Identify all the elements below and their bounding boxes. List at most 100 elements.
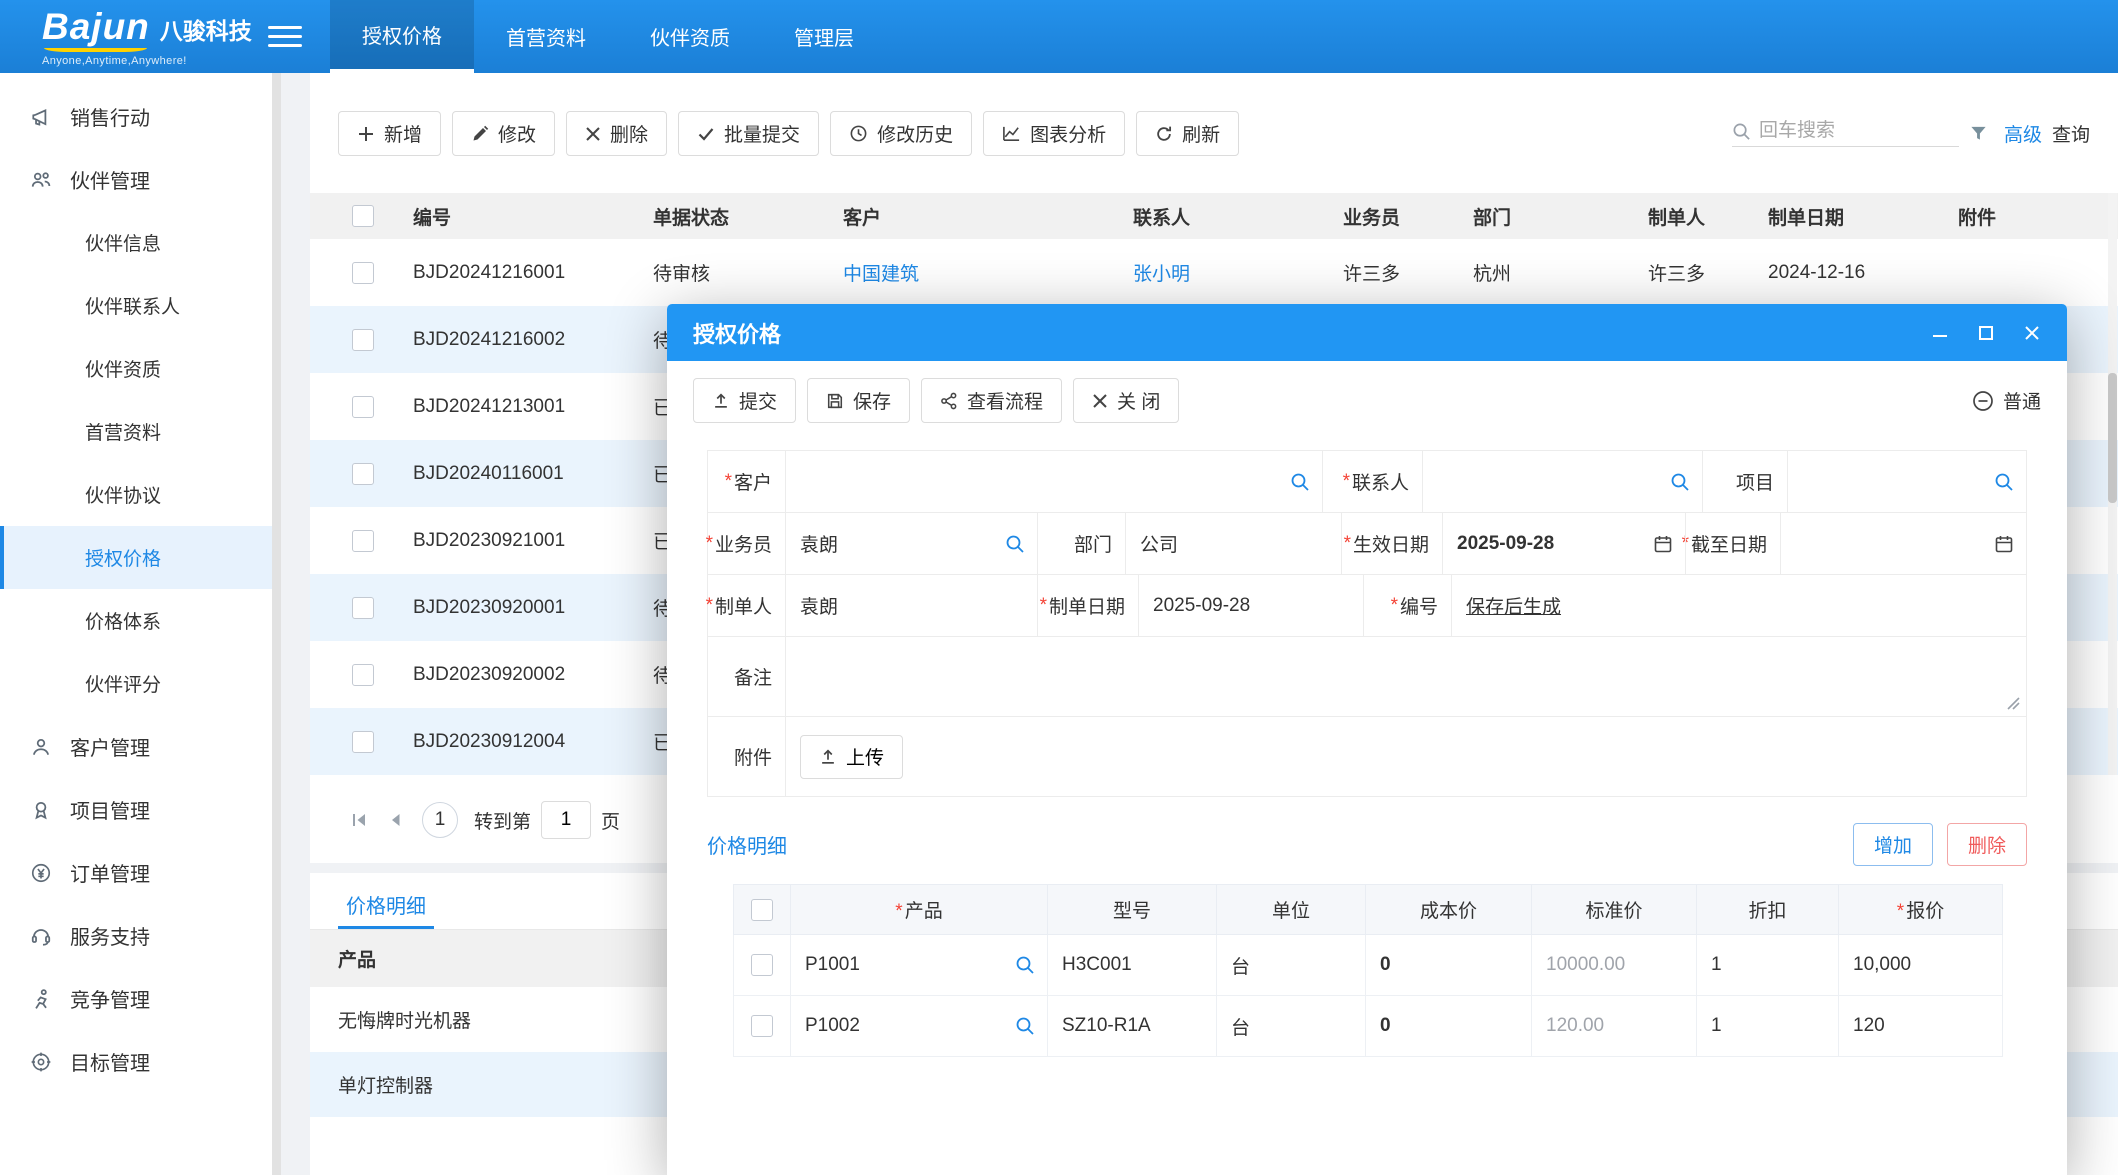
sidebar-subitem-authorized-price[interactable]: 授权价格 [0, 526, 281, 589]
customer-link[interactable]: 中国建筑 [843, 264, 919, 285]
search-input[interactable] [1759, 120, 1959, 142]
col-salesman[interactable]: 业务员 [1325, 193, 1455, 239]
resize-handle[interactable] [2004, 694, 2020, 710]
col-quote[interactable]: *报价 [1839, 885, 2003, 935]
query-link[interactable]: 查询 [2052, 120, 2090, 147]
col-number[interactable]: 编号 [395, 193, 635, 239]
col-status[interactable]: 单据状态 [635, 193, 825, 239]
add-row-button[interactable]: 增加 [1853, 823, 1933, 866]
effective-date-input[interactable] [1457, 533, 1641, 555]
col-standard[interactable]: 标准价 [1532, 885, 1697, 935]
tab-price-detail[interactable]: 价格明细 [338, 883, 434, 929]
hamburger-menu-icon[interactable] [268, 0, 302, 73]
sidebar-subitem-partner-info[interactable]: 伙伴信息 [0, 211, 281, 274]
sidebar-item-customer-mgmt[interactable]: 客户管理 [0, 715, 281, 778]
dialog-header[interactable]: 授权价格 [667, 304, 2067, 361]
row-checkbox[interactable] [352, 463, 374, 485]
sidebar-item-partner-mgmt[interactable]: 伙伴管理 [0, 148, 281, 211]
minimize-icon[interactable] [1931, 324, 1949, 342]
detail-table-row[interactable]: P1002 SZ10-R1A 台 0 120.00 1 120 [734, 996, 2003, 1057]
cell-discount[interactable]: 1 [1697, 935, 1839, 996]
col-unit[interactable]: 单位 [1217, 885, 1366, 935]
sidebar-subitem-price-system[interactable]: 价格体系 [0, 589, 281, 652]
sidebar-subitem-partner-rating[interactable]: 伙伴评分 [0, 652, 281, 715]
search-icon[interactable] [1015, 1016, 1035, 1036]
select-all-checkbox[interactable] [751, 899, 773, 921]
cell-discount[interactable]: 1 [1697, 996, 1839, 1057]
cell-quote[interactable]: 120 [1839, 996, 2003, 1057]
row-checkbox[interactable] [352, 262, 374, 284]
submit-button[interactable]: 提交 [693, 378, 796, 423]
tab-first-camp-data[interactable]: 首营资料 [474, 0, 618, 73]
cell-cost[interactable]: 0 [1366, 935, 1532, 996]
row-checkbox[interactable] [352, 597, 374, 619]
sidebar-item-project-mgmt[interactable]: 项目管理 [0, 778, 281, 841]
maximize-icon[interactable] [1977, 324, 1995, 342]
sidebar-item-sales-action[interactable]: 销售行动 [0, 85, 281, 148]
search-icon[interactable] [1994, 472, 2014, 492]
tab-partner-qualification[interactable]: 伙伴资质 [618, 0, 762, 73]
cell-quote[interactable]: 10,000 [1839, 935, 2003, 996]
prev-page-icon[interactable] [386, 810, 406, 830]
sidebar-item-competition-mgmt[interactable]: 竞争管理 [0, 967, 281, 1030]
row-checkbox[interactable] [352, 530, 374, 552]
col-discount[interactable]: 折扣 [1697, 885, 1839, 935]
sidebar-scrollbar[interactable] [272, 73, 281, 1175]
refresh-button[interactable]: 刷新 [1136, 111, 1239, 156]
view-flow-button[interactable]: 查看流程 [921, 378, 1062, 423]
edit-button[interactable]: 修改 [452, 111, 555, 156]
remark-textarea[interactable] [786, 637, 2026, 716]
search-icon[interactable] [1005, 534, 1025, 554]
col-customer[interactable]: 客户 [825, 193, 1115, 239]
goto-page-input[interactable] [541, 801, 591, 839]
sidebar-item-order-mgmt[interactable]: 订单管理 [0, 841, 281, 904]
row-checkbox[interactable] [352, 664, 374, 686]
col-cost[interactable]: 成本价 [1366, 885, 1532, 935]
current-page[interactable]: 1 [422, 802, 458, 838]
col-contact[interactable]: 联系人 [1115, 193, 1325, 239]
sidebar-item-service-support[interactable]: 服务支持 [0, 904, 281, 967]
first-page-icon[interactable] [350, 810, 370, 830]
row-checkbox[interactable] [751, 954, 773, 976]
col-create-date[interactable]: 制单日期 [1750, 193, 1940, 239]
col-model[interactable]: 型号 [1048, 885, 1217, 935]
search-icon[interactable] [1290, 472, 1310, 492]
close-button[interactable]: 关 闭 [1073, 378, 1179, 423]
search-icon[interactable] [1670, 472, 1690, 492]
col-attachment[interactable]: 附件 [1940, 193, 2118, 239]
calendar-icon[interactable] [1653, 534, 1673, 554]
contact-link[interactable]: 张小明 [1133, 264, 1190, 285]
delete-row-button[interactable]: 删除 [1947, 823, 2027, 866]
customer-input[interactable] [800, 471, 1278, 493]
col-dept[interactable]: 部门 [1455, 193, 1630, 239]
tab-authorized-price[interactable]: 授权价格 [330, 0, 474, 73]
salesman-input[interactable] [800, 533, 993, 555]
close-icon[interactable] [2023, 324, 2041, 342]
col-creator[interactable]: 制单人 [1630, 193, 1750, 239]
table-scrollbar[interactable] [2108, 193, 2117, 775]
project-input[interactable] [1802, 471, 1982, 493]
row-checkbox[interactable] [352, 329, 374, 351]
batch-submit-button[interactable]: 批量提交 [678, 111, 819, 156]
sidebar-subitem-partner-qualification[interactable]: 伙伴资质 [0, 337, 281, 400]
detail-table-row[interactable]: P1001 H3C001 台 0 10000.00 1 10,000 [734, 935, 2003, 996]
table-row[interactable]: BJD20241216001 待审核 中国建筑 张小明 许三多 杭州 许三多 2… [310, 239, 2118, 306]
add-button[interactable]: 新增 [338, 111, 441, 156]
upload-button[interactable]: 上传 [800, 735, 903, 779]
delete-button[interactable]: 删除 [566, 111, 667, 156]
advanced-search-link[interactable]: 高级 [2004, 120, 2042, 147]
table-scrollbar-thumb[interactable] [2108, 373, 2117, 503]
end-date-input[interactable] [1795, 533, 1982, 555]
filter-icon[interactable] [1969, 124, 1988, 143]
tab-management[interactable]: 管理层 [762, 0, 886, 73]
row-checkbox[interactable] [352, 396, 374, 418]
col-product[interactable]: 产品 [310, 930, 640, 987]
row-checkbox[interactable] [352, 731, 374, 753]
col-product[interactable]: *产品 [791, 885, 1048, 935]
select-all-checkbox[interactable] [352, 205, 374, 227]
calendar-icon[interactable] [1994, 534, 2014, 554]
sidebar-item-target-mgmt[interactable]: 目标管理 [0, 1030, 281, 1093]
row-checkbox[interactable] [751, 1015, 773, 1037]
save-button[interactable]: 保存 [807, 378, 910, 423]
mode-toggle[interactable]: 普通 [1972, 387, 2041, 414]
